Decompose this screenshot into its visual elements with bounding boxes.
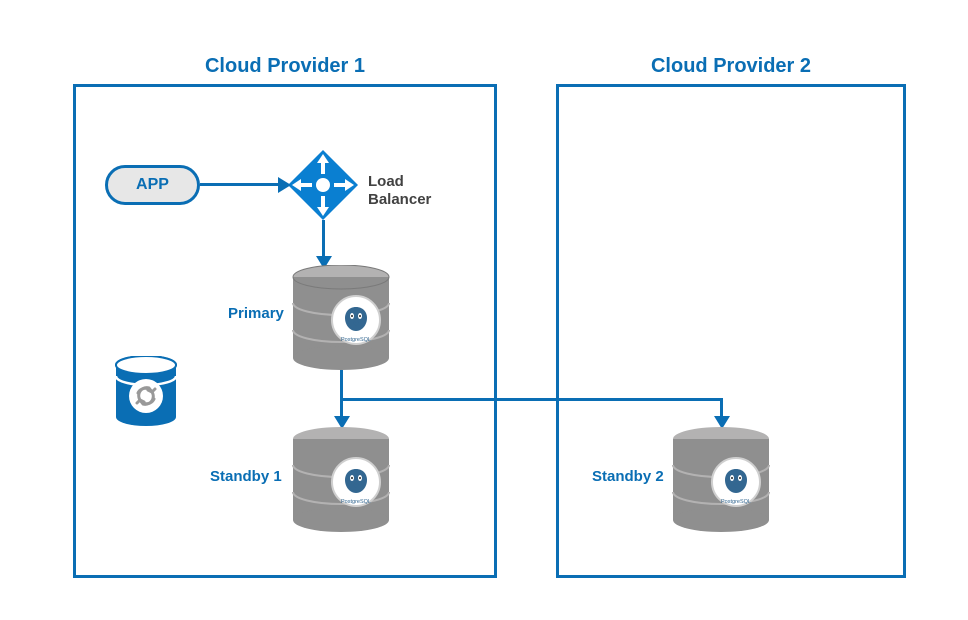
svg-text:PostgreSQL: PostgreSQL <box>341 337 371 343</box>
arrowhead-icon <box>278 177 291 193</box>
app-label: APP <box>136 176 169 194</box>
standby2-label: Standby 2 <box>592 468 664 485</box>
load-balancer-label: Load Balancer <box>368 173 431 209</box>
load-balancer-icon <box>288 150 358 220</box>
cluster-control-icon <box>115 356 177 426</box>
arrow-to-standby2 <box>720 398 723 418</box>
primary-label: Primary <box>228 305 284 322</box>
arrow-lb-to-primary <box>322 220 325 258</box>
arrow-fork-horizontal <box>340 398 722 401</box>
arrow-app-to-lb <box>200 183 278 186</box>
standby1-label: Standby 1 <box>210 468 282 485</box>
primary-db-icon: PostgreSQL <box>292 265 390 370</box>
standby1-db-icon: PostgreSQL <box>292 427 390 532</box>
app-node: APP <box>105 165 200 205</box>
arrow-to-standby1 <box>340 398 343 418</box>
cloud-provider-1-box: Cloud Provider 1 <box>73 84 497 578</box>
svg-text:PostgreSQL: PostgreSQL <box>341 499 371 505</box>
arrow-primary-down <box>340 370 343 400</box>
standby2-db-icon: PostgreSQL <box>672 427 770 532</box>
cloud-provider-2-title: Cloud Provider 2 <box>559 55 903 78</box>
svg-text:PostgreSQL: PostgreSQL <box>721 499 751 505</box>
cloud-provider-1-title: Cloud Provider 1 <box>76 55 494 78</box>
